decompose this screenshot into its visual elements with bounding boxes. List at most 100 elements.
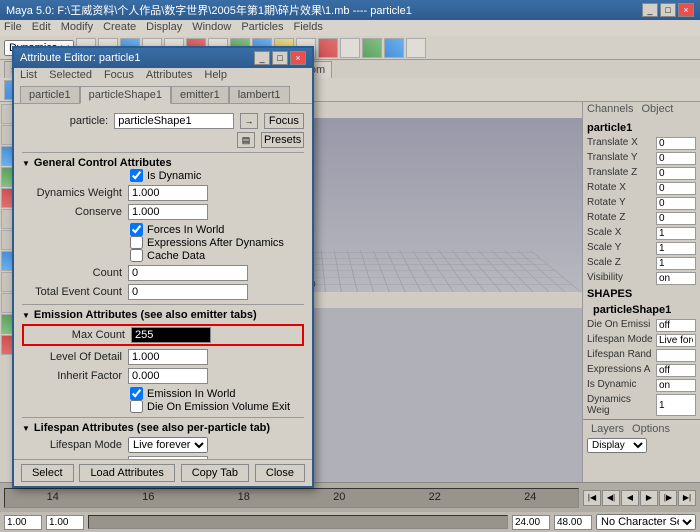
ae-tab-particle1[interactable]: particle1 xyxy=(20,86,80,103)
ae-tab-particleshape1[interactable]: particleShape1 xyxy=(80,86,171,104)
ae-presets-button[interactable]: Presets xyxy=(261,132,304,148)
range-track[interactable] xyxy=(88,515,508,529)
cb-attr-label[interactable]: Rotate Z xyxy=(587,212,625,225)
ae-lifemode-select[interactable]: Live forever xyxy=(128,437,208,453)
cb-attr-field[interactable] xyxy=(656,152,696,165)
ae-dynweight-field[interactable] xyxy=(128,185,208,201)
cb-attr-label[interactable]: Expressions A xyxy=(587,364,650,377)
menu-modify[interactable]: Modify xyxy=(61,21,93,35)
range-start-field[interactable] xyxy=(4,515,42,530)
cb-attr-field[interactable] xyxy=(656,137,696,150)
ae-section-general[interactable]: General Control Attributes xyxy=(22,157,304,169)
close-icon[interactable]: × xyxy=(678,3,694,17)
ae-load-button[interactable]: Load Attributes xyxy=(79,464,174,482)
ae-tab-emitter1[interactable]: emitter1 xyxy=(171,86,229,103)
range-out-field[interactable] xyxy=(512,515,550,530)
ae-section-lifespan[interactable]: Lifespan Attributes (see also per-partic… xyxy=(22,422,304,434)
range-in-field[interactable] xyxy=(46,515,84,530)
ae-dieonexit-check[interactable] xyxy=(130,400,143,413)
cb-attr-field[interactable] xyxy=(656,334,696,347)
layers-options[interactable]: Options xyxy=(632,423,670,437)
cb-attr-field[interactable] xyxy=(656,349,696,362)
menu-file[interactable]: File xyxy=(4,21,22,35)
step-back-icon[interactable]: ◀| xyxy=(602,490,620,506)
charset-select[interactable]: No Character Set xyxy=(596,514,696,530)
layers-menu[interactable]: Layers xyxy=(591,423,624,437)
ae-lod-field[interactable] xyxy=(128,349,208,365)
cb-attr-label[interactable]: Translate X xyxy=(587,137,638,150)
maximize-icon[interactable]: □ xyxy=(660,3,676,17)
cb-attr-label[interactable]: Die On Emissi xyxy=(587,319,650,332)
menu-particles[interactable]: Particles xyxy=(241,21,283,35)
ae-menu-selected[interactable]: Selected xyxy=(49,69,92,83)
tool-misc2-icon[interactable] xyxy=(318,38,338,58)
ae-copy-button[interactable]: Copy Tab xyxy=(181,464,249,482)
tool-misc5-icon[interactable] xyxy=(384,38,404,58)
ae-expr-check[interactable] xyxy=(130,236,143,249)
ae-isdynamic-check[interactable] xyxy=(130,169,143,182)
ae-forces-check[interactable] xyxy=(130,223,143,236)
ae-minimize-icon[interactable]: _ xyxy=(254,51,270,65)
cb-attr-field[interactable] xyxy=(656,242,696,255)
ae-menu-focus[interactable]: Focus xyxy=(104,69,134,83)
cb-attr-field[interactable] xyxy=(656,212,696,225)
ae-close-button[interactable]: Close xyxy=(255,464,305,482)
ae-menu-attributes[interactable]: Attributes xyxy=(146,69,192,83)
cb-attr-label[interactable]: Scale Y xyxy=(587,242,621,255)
ae-emitworld-check[interactable] xyxy=(130,387,143,400)
cb-attr-field[interactable] xyxy=(656,272,696,285)
cb-attr-label[interactable]: Lifespan Mode xyxy=(587,334,653,347)
tool-misc4-icon[interactable] xyxy=(362,38,382,58)
minimize-icon[interactable]: _ xyxy=(642,3,658,17)
cb-attr-label[interactable]: Is Dynamic xyxy=(587,379,636,392)
cb-attr-field[interactable] xyxy=(656,167,696,180)
forward-end-icon[interactable]: ▶| xyxy=(678,490,696,506)
tool-misc6-icon[interactable] xyxy=(406,38,426,58)
cb-attr-label[interactable]: Scale X xyxy=(587,227,621,240)
ae-menu-list[interactable]: List xyxy=(20,69,37,83)
timeline-track[interactable]: 14 16 18 20 22 24 xyxy=(4,488,579,508)
cb-node-name[interactable]: particle1 xyxy=(587,120,696,136)
cb-attr-label[interactable]: Scale Z xyxy=(587,257,621,270)
ae-inherit-field[interactable] xyxy=(128,368,208,384)
ae-goto-icon[interactable]: → xyxy=(240,113,258,129)
menu-window[interactable]: Window xyxy=(192,21,231,35)
ae-conserve-field[interactable] xyxy=(128,204,208,220)
cb-attr-label[interactable]: Rotate Y xyxy=(587,197,626,210)
ae-maxcount-field[interactable] xyxy=(131,327,211,343)
cb-attr-field[interactable] xyxy=(656,394,696,416)
cb-shape-name[interactable]: particleShape1 xyxy=(587,302,696,318)
step-forward-icon[interactable]: |▶ xyxy=(659,490,677,506)
menu-edit[interactable]: Edit xyxy=(32,21,51,35)
ae-section-emission[interactable]: Emission Attributes (see also emitter ta… xyxy=(22,309,304,321)
cb-attr-label[interactable]: Translate Z xyxy=(587,167,637,180)
cb-menu-channels[interactable]: Channels xyxy=(587,103,633,117)
menu-fields[interactable]: Fields xyxy=(294,21,323,35)
cb-attr-field[interactable] xyxy=(656,364,696,377)
cb-attr-field[interactable] xyxy=(656,197,696,210)
layer-mode-select[interactable]: Display xyxy=(587,438,647,453)
range-end-field[interactable] xyxy=(554,515,592,530)
menu-display[interactable]: Display xyxy=(146,21,182,35)
ae-maximize-icon[interactable]: □ xyxy=(272,51,288,65)
cb-attr-field[interactable] xyxy=(656,257,696,270)
cb-attr-field[interactable] xyxy=(656,379,696,392)
play-back-icon[interactable]: ◀ xyxy=(621,490,639,506)
ae-totalevent-field[interactable] xyxy=(128,284,248,300)
cb-attr-label[interactable]: Rotate X xyxy=(587,182,626,195)
rewind-start-icon[interactable]: |◀ xyxy=(583,490,601,506)
ae-presets-icon[interactable]: ▤ xyxy=(237,132,256,148)
tool-misc3-icon[interactable] xyxy=(340,38,360,58)
menu-create[interactable]: Create xyxy=(103,21,136,35)
ae-tab-lambert1[interactable]: lambert1 xyxy=(229,86,290,103)
ae-cache-check[interactable] xyxy=(130,249,143,262)
cb-attr-label[interactable]: Translate Y xyxy=(587,152,638,165)
ae-focus-button[interactable]: Focus xyxy=(264,113,304,129)
ae-menu-help[interactable]: Help xyxy=(204,69,227,83)
cb-attr-field[interactable] xyxy=(656,319,696,332)
ae-count-field[interactable] xyxy=(128,265,248,281)
play-forward-icon[interactable]: ▶ xyxy=(640,490,658,506)
cb-menu-object[interactable]: Object xyxy=(641,103,673,117)
ae-close-icon[interactable]: × xyxy=(290,51,306,65)
ae-node-name-field[interactable] xyxy=(114,113,234,129)
